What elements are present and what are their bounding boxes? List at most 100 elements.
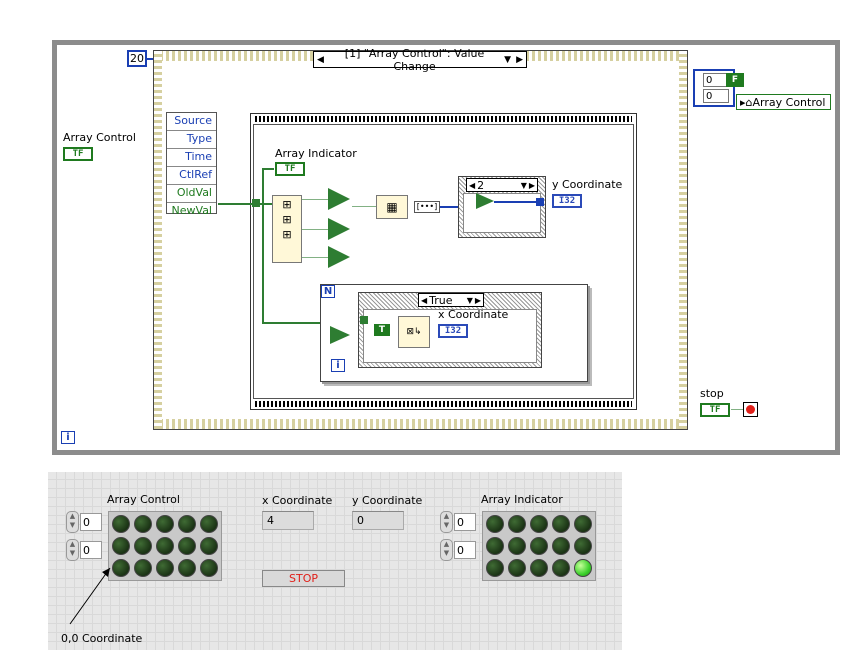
increment-decrement-icon[interactable]: ▲ ▼ bbox=[66, 511, 79, 533]
vertical-wire bbox=[262, 168, 264, 324]
dropdown-arrow-icon[interactable]: ▼ bbox=[502, 55, 513, 65]
wire bbox=[352, 206, 376, 207]
build-array-node[interactable]: ▦ bbox=[376, 195, 408, 219]
false-constant[interactable]: F bbox=[726, 73, 744, 87]
array-grid-icon: ⊞ bbox=[282, 228, 292, 241]
led-element bbox=[508, 559, 526, 577]
init-array-value: 0 bbox=[703, 89, 729, 103]
wire bbox=[302, 199, 328, 200]
row-index-value[interactable]: 0 bbox=[454, 513, 476, 531]
index-node[interactable] bbox=[330, 326, 350, 344]
led-element bbox=[552, 537, 570, 555]
loop-count-constant[interactable]: 20 bbox=[127, 50, 147, 67]
led-element[interactable] bbox=[200, 515, 218, 533]
prev-case-icon[interactable]: ◀ bbox=[419, 296, 429, 305]
increment-decrement-icon[interactable]: ▲ ▼ bbox=[440, 539, 453, 561]
led-element[interactable] bbox=[156, 515, 174, 533]
led-element[interactable] bbox=[178, 515, 196, 533]
column-index-value[interactable]: 0 bbox=[454, 541, 476, 559]
case-value-y: 2 bbox=[477, 178, 485, 192]
next-case-icon[interactable]: ▶ bbox=[473, 296, 483, 305]
sequence-film-top bbox=[255, 116, 632, 122]
row-index-value[interactable]: 0 bbox=[80, 513, 102, 531]
property-node[interactable]: ▸⌂Array Control bbox=[736, 94, 831, 110]
x-coordinate-terminal[interactable]: I32 bbox=[438, 324, 468, 338]
stop-button[interactable]: STOP bbox=[262, 570, 345, 587]
prev-case-icon[interactable]: ◀ bbox=[467, 181, 477, 190]
increment-decrement-icon[interactable]: ▲ ▼ bbox=[440, 511, 453, 533]
x-coordinate-bd-label: x Coordinate bbox=[438, 308, 509, 321]
boolean-to-number-node[interactable]: [•••] bbox=[414, 201, 440, 213]
column-index[interactable]: ▲ ▼ 0 bbox=[66, 539, 102, 561]
led-element bbox=[530, 537, 548, 555]
wire bbox=[302, 229, 328, 230]
case-tunnel bbox=[360, 316, 368, 324]
array-control-terminal[interactable]: TF bbox=[63, 147, 93, 161]
led-element bbox=[552, 515, 570, 533]
array-size-node[interactable]: ⊞ ⊞ ⊞ bbox=[272, 195, 302, 263]
case-selector-y[interactable]: ◀ 2 ▼ ▶ bbox=[466, 178, 538, 192]
array-grid-icon: ⊞ bbox=[282, 213, 292, 226]
array-indicator-terminal[interactable]: TF bbox=[275, 162, 305, 176]
column-index-value[interactable]: 0 bbox=[80, 541, 102, 559]
iteration-terminal[interactable]: i bbox=[331, 359, 345, 372]
true-constant[interactable]: T bbox=[374, 324, 390, 336]
stop-terminal[interactable]: TF bbox=[700, 403, 730, 417]
search-triangle-node[interactable] bbox=[328, 188, 350, 210]
search-triangle-node[interactable] bbox=[328, 218, 350, 240]
array-indicator-leds bbox=[482, 511, 596, 581]
array-control-bd-label: Array Control bbox=[63, 131, 136, 144]
loop-count-terminal[interactable]: N bbox=[321, 285, 335, 298]
sequence-film-bottom bbox=[255, 401, 632, 407]
array-indicator-index: ▲ ▼ 0 ▲ ▼ 0 bbox=[440, 511, 476, 561]
led-element[interactable] bbox=[200, 559, 218, 577]
event-data-node[interactable]: Source Type Time CtlRef OldVal NewVal bbox=[166, 112, 217, 217]
event-data-source: Source bbox=[167, 113, 216, 131]
array-control-index: ▲ ▼ 0 ▲ ▼ 0 bbox=[66, 511, 102, 561]
led-element[interactable] bbox=[156, 537, 174, 555]
array-control-leds[interactable] bbox=[108, 511, 222, 581]
while-iteration-terminal[interactable]: i bbox=[61, 431, 75, 444]
row-index[interactable]: ▲ ▼ 0 bbox=[66, 511, 102, 533]
x-coordinate-value: 4 bbox=[262, 511, 314, 530]
stop-bd-label: stop bbox=[700, 387, 724, 400]
led-element[interactable] bbox=[112, 537, 130, 555]
event-data-oldval: OldVal bbox=[167, 185, 216, 203]
y-coordinate-bd-label: y Coordinate bbox=[552, 178, 623, 191]
led-element bbox=[552, 559, 570, 577]
row-index[interactable]: ▲ ▼ 0 bbox=[440, 511, 476, 533]
replace-subset-node[interactable]: ⊠↳ bbox=[398, 316, 430, 348]
decrement-arrow-icon[interactable]: ◀ bbox=[314, 55, 327, 65]
led-element[interactable] bbox=[134, 537, 152, 555]
event-data-time: Time bbox=[167, 149, 216, 167]
column-index[interactable]: ▲ ▼ 0 bbox=[440, 539, 476, 561]
led-element[interactable] bbox=[178, 559, 196, 577]
output-tunnel bbox=[536, 198, 544, 206]
case-value-x: True bbox=[429, 293, 453, 307]
search-triangle-node[interactable] bbox=[328, 246, 350, 268]
decrement-node[interactable] bbox=[476, 193, 494, 209]
led-element[interactable] bbox=[156, 559, 174, 577]
led-element[interactable] bbox=[200, 537, 218, 555]
home-icon: ▸⌂ bbox=[740, 96, 753, 109]
led-element[interactable] bbox=[134, 559, 152, 577]
led-element bbox=[530, 559, 548, 577]
x-coordinate-label: x Coordinate bbox=[262, 494, 333, 507]
led-element[interactable] bbox=[178, 537, 196, 555]
y-coordinate-terminal[interactable]: I32 bbox=[552, 194, 582, 208]
led-element[interactable] bbox=[134, 515, 152, 533]
event-case-label: [1] "Array Control": Value Change bbox=[344, 46, 485, 73]
array-control-label: Array Control bbox=[107, 493, 180, 506]
led-element bbox=[574, 559, 592, 577]
event-frame-left bbox=[154, 51, 162, 429]
led-element bbox=[574, 515, 592, 533]
next-case-icon[interactable]: ▶ bbox=[527, 181, 537, 190]
led-element[interactable] bbox=[112, 515, 130, 533]
increment-arrow-icon[interactable]: ▶ bbox=[513, 55, 526, 65]
y-coordinate-label: y Coordinate bbox=[352, 494, 423, 507]
case-selector-x[interactable]: ◀ True ▼ ▶ bbox=[418, 293, 484, 307]
loop-condition-terminal[interactable] bbox=[743, 402, 758, 417]
event-case-selector[interactable]: ◀ [1] "Array Control": Value Change ▼ ▶ bbox=[313, 47, 527, 73]
increment-decrement-icon[interactable]: ▲ ▼ bbox=[66, 539, 79, 561]
array-grid-icon: ⊞ bbox=[282, 198, 292, 211]
